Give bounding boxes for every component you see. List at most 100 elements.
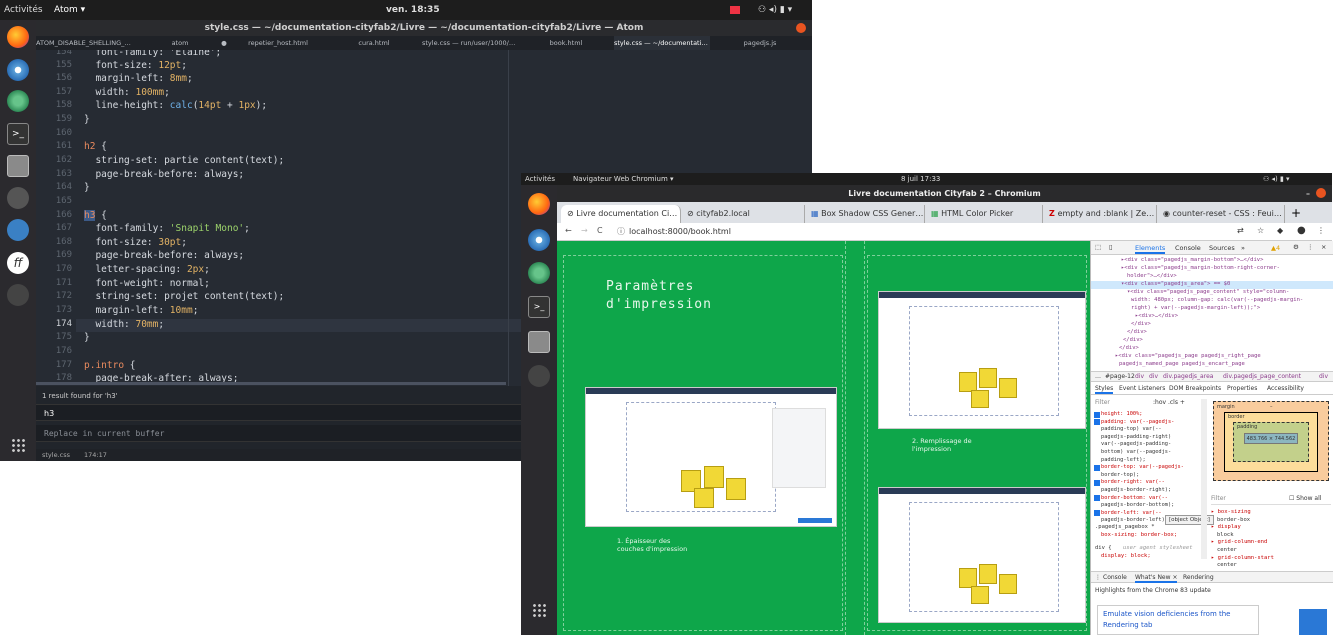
breadcrumb-item[interactable]: div: [1149, 373, 1158, 380]
settings-gear-icon[interactable]: ⚙: [1293, 243, 1299, 251]
tab-zell-liew[interactable]: Z empty and :blank | Zell Li ×: [1043, 205, 1157, 223]
style-checkbox[interactable]: [1094, 465, 1100, 471]
menu-icon[interactable]: ⋮: [1317, 226, 1325, 235]
breadcrumb-item-active[interactable]: div.pagedjs_page_content: [1223, 373, 1301, 380]
tab-html-color-picker[interactable]: ▦ HTML Color Picker: [925, 205, 1043, 223]
terminal-icon[interactable]: >_: [528, 296, 550, 318]
tab-sources[interactable]: Sources: [1209, 244, 1235, 252]
status-file[interactable]: style.css: [42, 451, 70, 459]
url-field[interactable]: localhost:8000/book.html: [629, 227, 731, 236]
clock[interactable]: ven. 18:35: [386, 5, 440, 15]
inkscape-alt-icon[interactable]: [7, 284, 29, 306]
breadcrumb-item[interactable]: div.pagedjs_area: [1163, 373, 1213, 380]
chromium-icon[interactable]: [528, 229, 550, 251]
dom-node[interactable]: pagedjs_named_page pagedjs_encart_page: [1119, 361, 1245, 367]
dom-node[interactable]: </div>: [1123, 337, 1143, 343]
tab-style-css-gvfs[interactable]: style.css — run/user/1000/gvf...: [422, 36, 518, 50]
more-options-icon[interactable]: ⋮: [1307, 243, 1314, 251]
device-toggle-icon[interactable]: ▯: [1109, 243, 1113, 251]
styles-rule-body[interactable]: height: 100%; padding: var(--pagedjs- pa…: [1101, 411, 1209, 525]
dom-node[interactable]: holder">…</div>: [1127, 273, 1177, 279]
breadcrumb-item[interactable]: …: [1095, 373, 1101, 380]
tab-accessibility[interactable]: Accessibility: [1267, 385, 1304, 392]
box-model-margin[interactable]: margin – border padding 483.766 × 744.56…: [1213, 401, 1329, 481]
forward-icon[interactable]: →: [581, 226, 588, 235]
close-devtools-icon[interactable]: ×: [1321, 243, 1326, 251]
tab-repetier-host[interactable]: repetier_host.html: [230, 36, 326, 50]
firefox-icon[interactable]: [7, 26, 29, 48]
style-declaration[interactable]: padding: var(--pagedjs-: [1101, 419, 1209, 427]
style-declaration[interactable]: border-top: var(--pagedjs-: [1101, 464, 1209, 472]
style-checkbox[interactable]: [1094, 510, 1100, 516]
style-checkbox[interactable]: [1094, 412, 1100, 418]
app-menu[interactable]: Atom ▾: [54, 5, 85, 15]
dom-node[interactable]: ▸<div class="pagedjs_page pagedjs_right_…: [1115, 353, 1261, 359]
styles-scrollbar[interactable]: [1201, 399, 1207, 559]
tab-dom-breakpoints[interactable]: DOM Breakpoints: [1169, 385, 1221, 392]
record-icon[interactable]: [730, 6, 740, 14]
search-icon[interactable]: [7, 187, 29, 209]
drawer-menu-icon[interactable]: ⋮: [1095, 574, 1101, 581]
computed-prop[interactable]: ▸ grid-column-start: [1211, 555, 1329, 563]
dom-node[interactable]: </div>: [1127, 329, 1147, 335]
activities-button[interactable]: Activités: [525, 175, 555, 183]
tab-console[interactable]: Console: [1175, 244, 1201, 252]
inspect-icon[interactable]: ⬚: [1095, 243, 1101, 251]
computed-prop[interactable]: ▸ display: [1211, 524, 1329, 532]
whats-new-card[interactable]: Emulate vision deficiencies from the Ren…: [1097, 605, 1259, 635]
dom-node[interactable]: </div>: [1131, 321, 1151, 327]
tab-counter-reset[interactable]: ◉ counter-reset - CSS : Feuil ×: [1157, 205, 1285, 223]
system-tray-icons[interactable]: ⚇ ◂) ▮ ▾: [758, 5, 792, 15]
chromium-icon[interactable]: [7, 59, 29, 81]
close-window-icon[interactable]: [1316, 188, 1326, 198]
breadcrumb-item[interactable]: #page-12: [1105, 373, 1135, 380]
tab-livre-documentation[interactable]: ⊘ Livre documentation City ×: [561, 205, 681, 223]
style-declaration[interactable]: height: 100%;: [1101, 411, 1209, 419]
box-model-padding[interactable]: padding 483.766 × 744.562: [1233, 422, 1309, 462]
computed-prop[interactable]: ▸ box-sizing: [1211, 509, 1329, 517]
horizontal-scrollbar[interactable]: [36, 382, 506, 385]
rule-selector[interactable]: div {: [1095, 545, 1112, 551]
status-cursor-position[interactable]: 174:17: [84, 451, 107, 459]
terminal-icon[interactable]: >_: [7, 123, 29, 145]
info-icon[interactable]: ⓘ: [617, 226, 625, 237]
dom-node[interactable]: ▸<div>…</div>: [1135, 313, 1178, 319]
show-all-checkbox[interactable]: ☐ Show all: [1289, 495, 1321, 502]
inkscape-icon[interactable]: [528, 365, 550, 387]
breadcrumb-item[interactable]: div: [1319, 373, 1328, 380]
app-menu[interactable]: Navigateur Web Chromium ▾: [573, 175, 674, 183]
activities-button[interactable]: Activités: [4, 5, 43, 15]
close-window-icon[interactable]: [796, 23, 806, 33]
tab-styles[interactable]: Styles: [1095, 385, 1114, 394]
paged-book-view[interactable]: Paramètres d'impression 1. Épaisseur des…: [557, 241, 1090, 635]
box-model-content[interactable]: 483.766 × 744.562: [1244, 433, 1298, 444]
app-grid-icon[interactable]: [11, 438, 25, 452]
style-checkbox[interactable]: [1094, 495, 1100, 501]
system-tray-icons[interactable]: ⚇ ◂) ▮ ▾: [1263, 175, 1290, 183]
firefox-icon[interactable]: [528, 193, 550, 215]
breadcrumb-item[interactable]: div: [1135, 373, 1144, 380]
tab-style-css-active[interactable]: style.css — ~/documentation-...: [614, 36, 710, 50]
inkscape-icon[interactable]: [7, 219, 29, 241]
tab-atom-disable-shelling[interactable]: ATOM_DISABLE_SHELLING_C ●: [36, 36, 132, 50]
back-icon[interactable]: ←: [565, 226, 572, 235]
dom-node[interactable]: width: 480px; column-gap: calc(var(--pag…: [1131, 297, 1303, 303]
tab-cura[interactable]: cura.html: [326, 36, 422, 50]
reload-icon[interactable]: C: [597, 226, 603, 235]
box-model-border[interactable]: border padding 483.766 × 744.562: [1224, 412, 1318, 472]
rule-declaration[interactable]: box-sizing: border-box;: [1101, 532, 1177, 538]
styles-toggles[interactable]: :hov .cls +: [1153, 399, 1185, 406]
style-declaration[interactable]: border-right: var(--: [1101, 479, 1209, 487]
files-icon[interactable]: [7, 155, 29, 177]
tab-box-shadow[interactable]: ▦ Box Shadow CSS Generat ×: [805, 205, 925, 223]
drawer-tab-whats-new[interactable]: What's New ×: [1135, 574, 1178, 583]
computed-prop[interactable]: ▸ grid-column-end: [1211, 539, 1329, 547]
tab-event-listeners[interactable]: Event Listeners: [1119, 385, 1165, 392]
dom-node[interactable]: ▸<div class="pagedjs_margin-bottom">…</d…: [1121, 257, 1263, 263]
dom-node[interactable]: ▾<div class="pagedjs_page_content" style…: [1127, 289, 1289, 295]
files-icon[interactable]: [528, 331, 550, 353]
profile-icon[interactable]: ●: [1297, 225, 1306, 236]
more-tabs[interactable]: »: [1241, 244, 1245, 252]
style-checkbox[interactable]: [1094, 480, 1100, 486]
tab-properties[interactable]: Properties: [1227, 385, 1257, 392]
